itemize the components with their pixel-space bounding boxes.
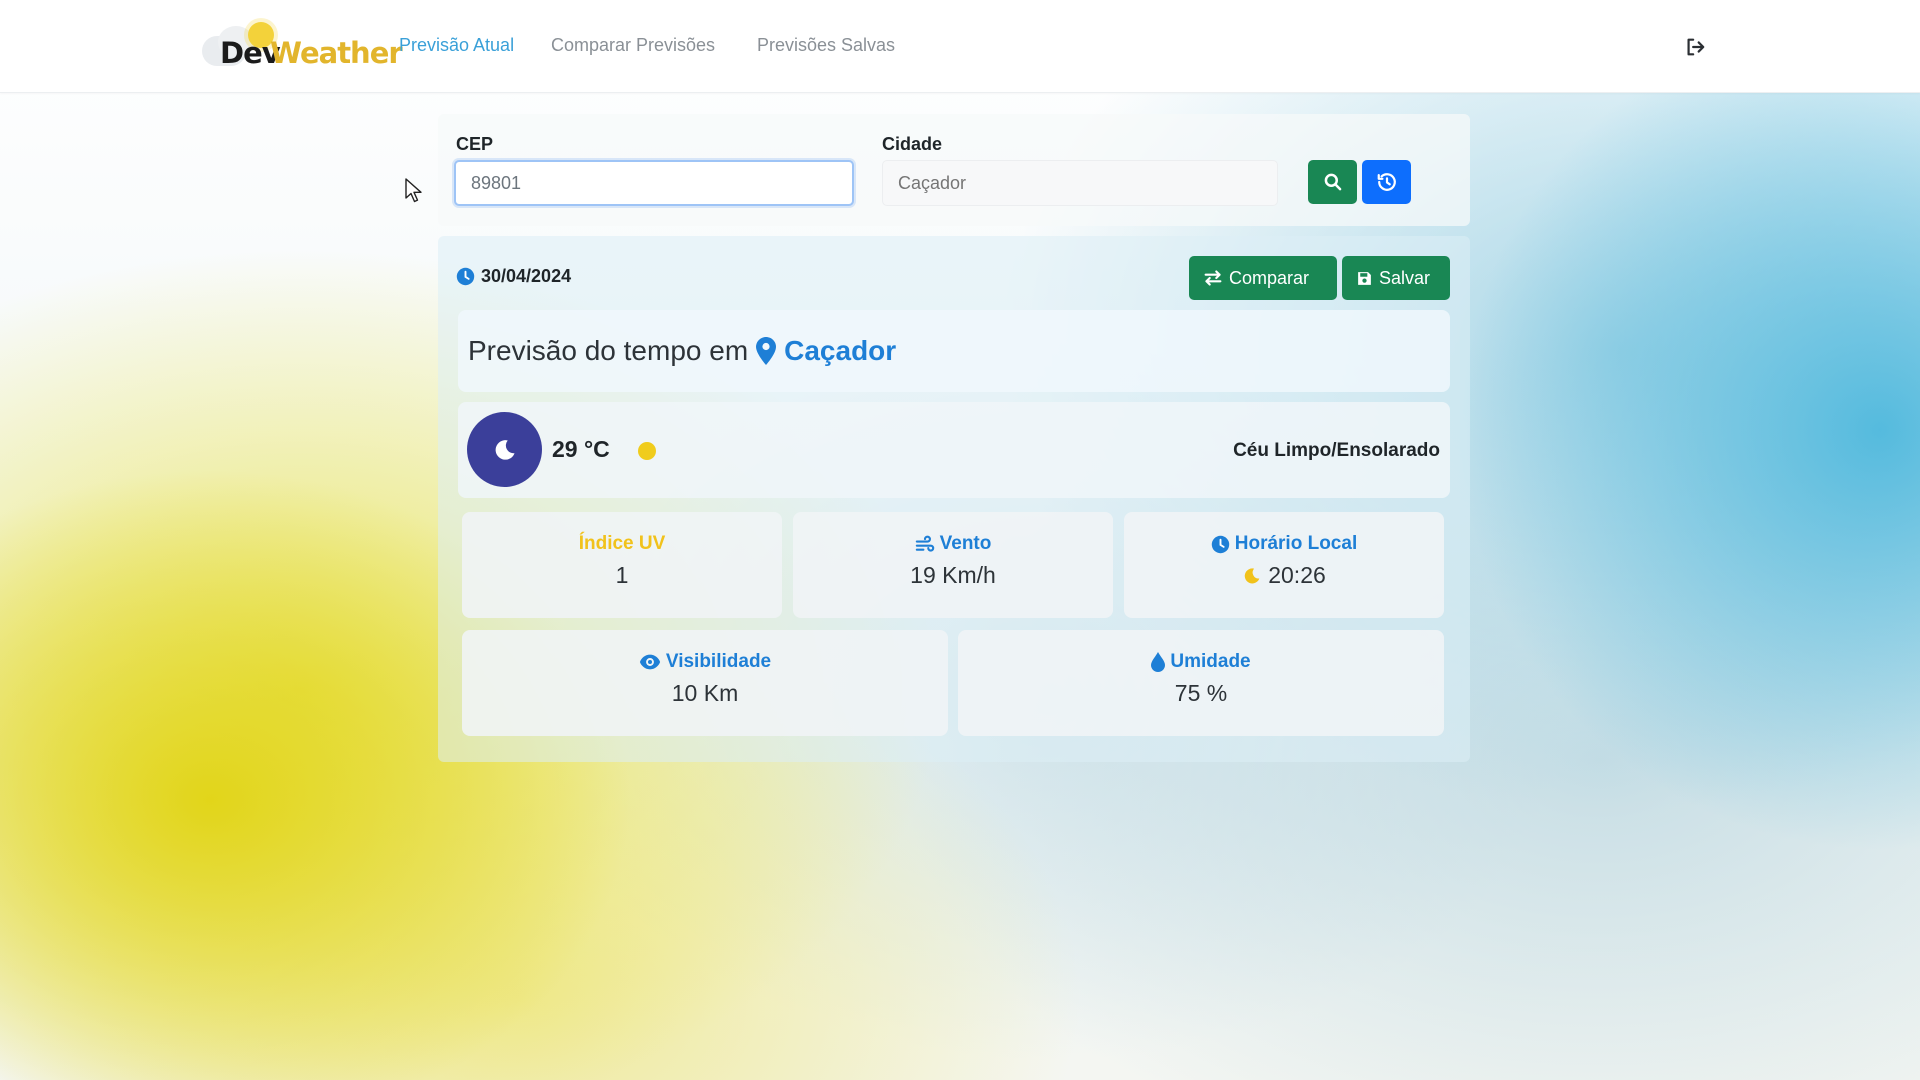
forecast-title-bar: Previsão do tempo em Caçador <box>458 310 1450 392</box>
save-button[interactable]: Salvar <box>1342 256 1450 300</box>
compare-button-label: Comparar <box>1229 267 1310 288</box>
humidity-label: Umidade <box>1170 651 1251 672</box>
uv-index-card: Índice UV 1 <box>462 512 782 618</box>
visibility-value: 10 Km <box>671 680 739 706</box>
compare-button[interactable]: Comparar <box>1189 256 1337 300</box>
humidity-value: 75 % <box>1174 680 1228 706</box>
logo-text-weather: Weather <box>270 36 403 70</box>
wind-icon <box>915 535 934 552</box>
forecast-date: 30/04/2024 <box>456 266 571 287</box>
sign-out-icon[interactable] <box>1684 36 1706 58</box>
history-icon <box>1377 173 1396 191</box>
mouse-cursor-icon <box>405 178 422 203</box>
visibility-label-row: Visibilidade <box>639 650 771 674</box>
local-time-value: 20:26 <box>1268 562 1326 588</box>
wind-label-row: Vento <box>915 532 992 556</box>
local-time-value-row: 20:26 <box>1242 562 1326 589</box>
local-time-label-row: Horário Local <box>1211 532 1357 556</box>
history-button[interactable] <box>1362 160 1411 204</box>
navbar: Dev Weather Previsão Atual Comparar Prev… <box>0 0 1920 93</box>
save-button-label: Salvar <box>1379 267 1431 288</box>
clock-icon <box>1211 535 1229 553</box>
temperature-bar: 29 °C Céu Limpo/Ensolarado <box>458 402 1450 498</box>
save-icon <box>1358 271 1371 285</box>
search-panel: CEP Cidade <box>438 114 1470 226</box>
local-time-card: Horário Local 20:26 <box>1124 512 1444 618</box>
temperature-value: 29 °C <box>552 436 610 462</box>
eye-icon <box>639 654 660 670</box>
forecast-card: 30/04/2024 Comparar Salvar Previsão do t… <box>438 236 1470 762</box>
droplet-icon <box>1151 652 1166 672</box>
humidity-card: Umidade 75 % <box>958 630 1444 736</box>
uv-index-label: Índice UV <box>578 533 666 554</box>
nav-link-previsoes-salvas[interactable]: Previsões Salvas <box>757 35 895 56</box>
exchange-icon <box>1204 270 1222 286</box>
humidity-label-row: Umidade <box>1151 650 1251 674</box>
forecast-city: Caçador <box>784 335 897 366</box>
wind-label: Vento <box>939 533 992 554</box>
forecast-title: Previsão do tempo em <box>468 335 749 366</box>
moon-icon <box>495 439 515 460</box>
cep-input[interactable] <box>454 160 854 206</box>
search-icon <box>1324 173 1341 191</box>
wind-card: Vento 19 Km/h <box>793 512 1113 618</box>
visibility-card: Visibilidade 10 Km <box>462 630 948 736</box>
weather-condition-text: Céu Limpo/Ensolarado <box>1233 440 1440 461</box>
clock-icon <box>456 267 475 286</box>
wind-value: 19 Km/h <box>910 562 996 588</box>
uv-index-value: 1 <box>615 562 629 588</box>
nav-link-comparar-previsoes[interactable]: Comparar Previsões <box>551 35 715 56</box>
city-input[interactable] <box>882 160 1278 206</box>
weather-condition-icon <box>467 412 542 487</box>
search-button[interactable] <box>1308 160 1357 204</box>
sun-icon <box>638 442 656 460</box>
nav-link-previsao-atual[interactable]: Previsão Atual <box>399 35 514 56</box>
app-logo[interactable]: Dev Weather <box>200 14 403 70</box>
visibility-label: Visibilidade <box>665 651 772 672</box>
cep-label: CEP <box>456 134 494 154</box>
map-marker-icon <box>756 337 777 365</box>
local-time-label: Horário Local <box>1234 533 1358 554</box>
moon-icon <box>1245 567 1260 583</box>
city-label: Cidade <box>882 134 943 154</box>
date-text: 30/04/2024 <box>481 266 572 286</box>
